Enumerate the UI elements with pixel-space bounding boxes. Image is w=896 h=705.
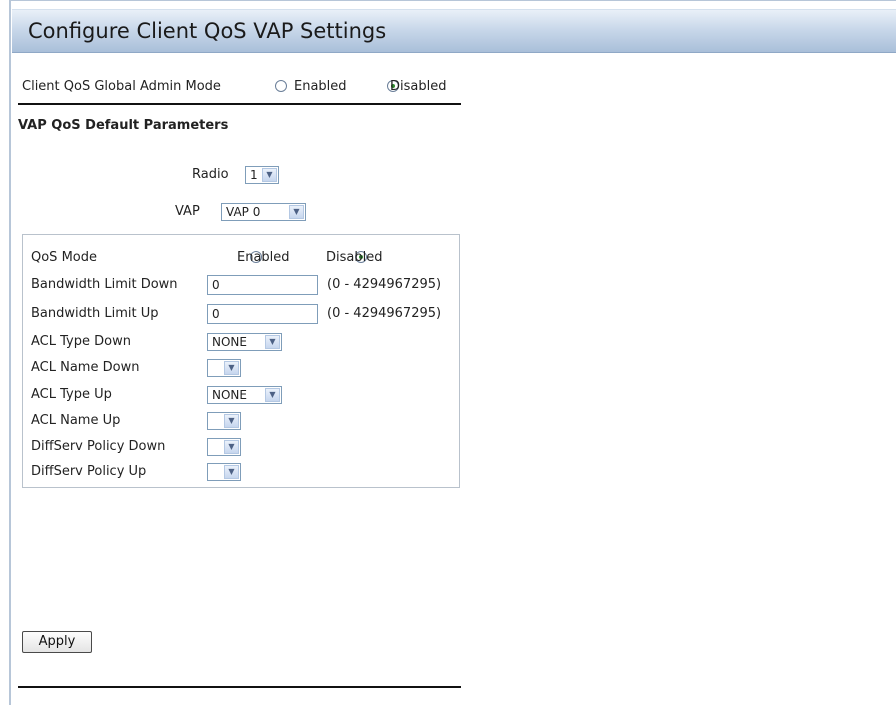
acl-type-down-label: ACL Type Down [31,334,131,349]
chevron-down-icon: ▼ [289,205,304,219]
bw-up-input[interactable]: 0 [207,304,318,324]
bw-down-label: Bandwidth Limit Down [31,277,178,292]
diffserv-down-select[interactable]: ▼ [207,438,241,456]
apply-button[interactable]: Apply [22,631,92,653]
divider [18,103,461,105]
chevron-down-icon: ▼ [262,168,277,182]
vap-select[interactable]: VAP 0 ▼ [221,203,306,221]
bw-up-range: (0 - 4294967295) [327,306,442,321]
acl-name-down-select[interactable]: ▼ [207,359,241,377]
chevron-down-icon: ▼ [224,465,239,479]
global-admin-mode-label: Client QoS Global Admin Mode [22,79,221,94]
acl-name-down-label: ACL Name Down [31,360,140,375]
acl-type-down-value: NONE [212,335,247,349]
chevron-down-icon: ▼ [224,361,239,375]
qos-enabled-label: Enabled [237,250,290,265]
diffserv-up-label: DiffServ Policy Up [31,464,147,479]
acl-type-down-select[interactable]: NONE ▼ [207,333,282,351]
global-enabled-radio[interactable] [275,80,287,92]
acl-type-up-label: ACL Type Up [31,387,112,402]
radio-select-value: 1 [250,168,258,182]
diffserv-down-label: DiffServ Policy Down [31,439,166,454]
qos-mode-label: QoS Mode [31,250,97,265]
global-enabled-label: Enabled [294,79,347,94]
qos-disabled-label: Disabled [326,250,383,265]
acl-name-up-select[interactable]: ▼ [207,412,241,430]
chevron-down-icon: ▼ [265,335,280,349]
acl-name-up-label: ACL Name Up [31,413,121,428]
vap-label: VAP [175,204,200,219]
acl-type-up-value: NONE [212,388,247,402]
vap-select-value: VAP 0 [226,205,261,219]
radio-label: Radio [192,167,229,182]
acl-type-up-select[interactable]: NONE ▼ [207,386,282,404]
global-disabled-label: Disabled [390,79,447,94]
bw-down-range: (0 - 4294967295) [327,277,442,292]
radio-select[interactable]: 1 ▼ [245,166,279,184]
chevron-down-icon: ▼ [265,388,280,402]
bottom-divider [18,686,461,688]
page-title: Configure Client QoS VAP Settings [28,19,387,43]
bw-down-input[interactable]: 0 [207,275,318,295]
chevron-down-icon: ▼ [224,414,239,428]
chevron-down-icon: ▼ [224,440,239,454]
bw-up-label: Bandwidth Limit Up [31,306,159,321]
section-title: VAP QoS Default Parameters [18,118,229,133]
page-header: Configure Client QoS VAP Settings [12,9,896,53]
diffserv-up-select[interactable]: ▼ [207,463,241,481]
